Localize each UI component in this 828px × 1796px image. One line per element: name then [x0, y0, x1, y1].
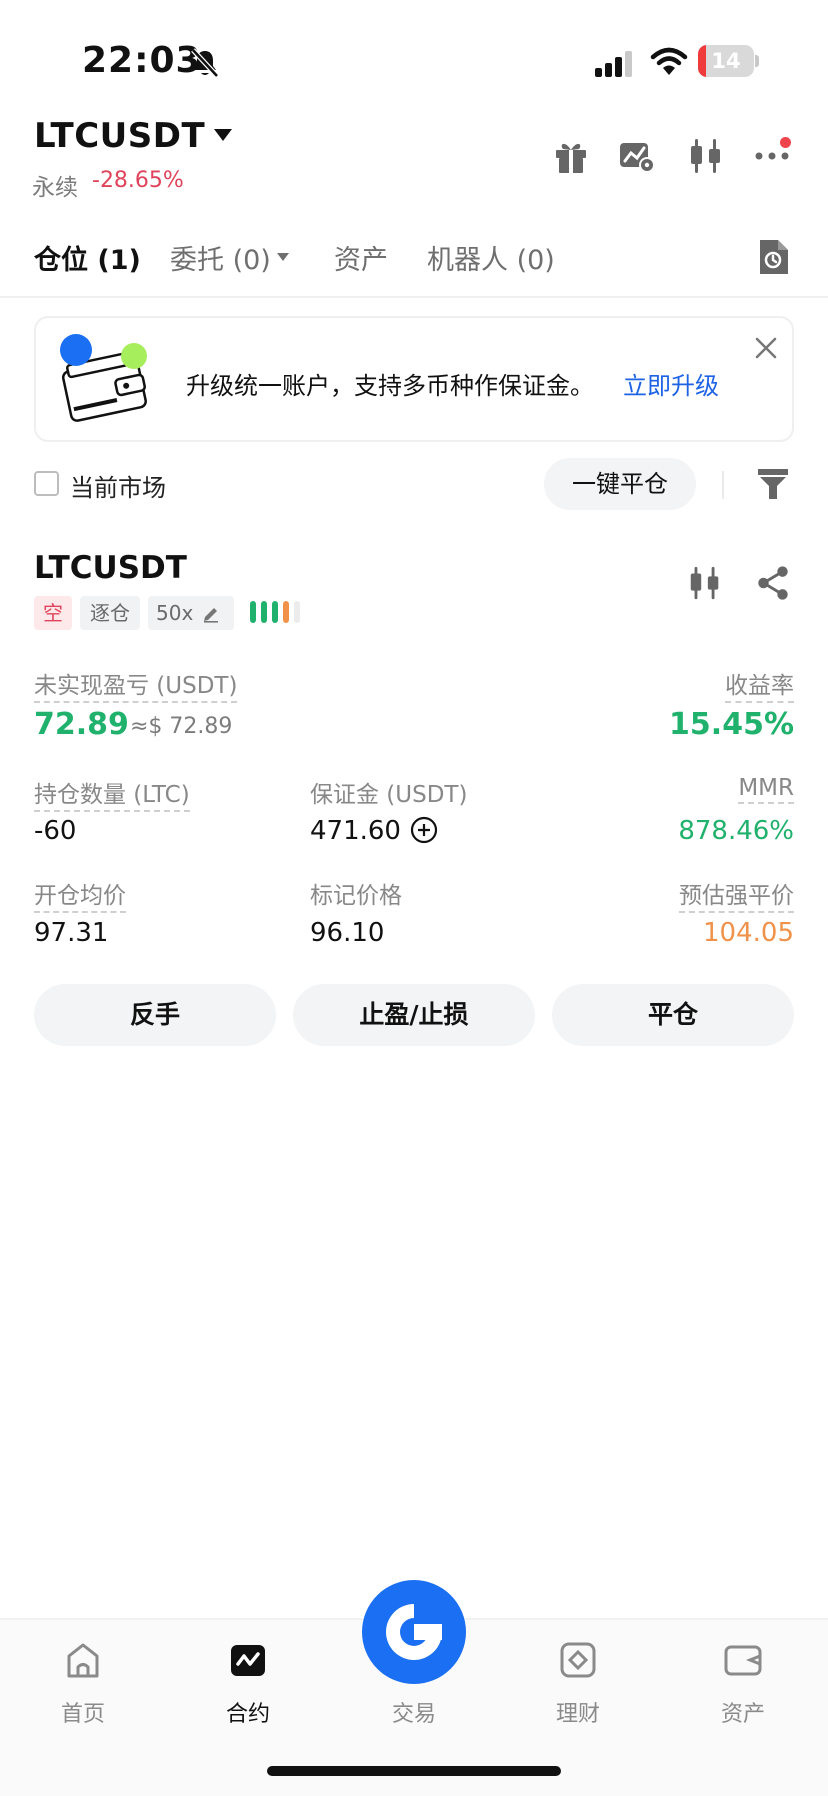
battery-icon: 14	[698, 45, 760, 77]
entry-price-label: 开仓均价	[34, 876, 126, 913]
current-market-label[interactable]: 当前市场	[70, 468, 166, 503]
mmr-label: MMR	[738, 775, 794, 804]
close-all-button[interactable]: 一键平仓	[544, 458, 696, 510]
separator	[722, 471, 724, 499]
filter-icon[interactable]	[756, 466, 790, 502]
side-badge: 空	[34, 596, 72, 630]
add-margin-icon[interactable]	[410, 816, 438, 844]
nav-label[interactable]: 交易	[362, 1696, 466, 1728]
status-bar: 22:03 14	[0, 0, 828, 110]
battery-cap	[755, 55, 759, 67]
mark-price-value: 96.10	[310, 918, 385, 948]
nav-label: 合约	[225, 1702, 270, 1727]
home-icon	[67, 1643, 99, 1678]
nav-label: 首页	[60, 1702, 105, 1727]
tab-bots[interactable]: 机器人 (0)	[427, 238, 555, 277]
battery-body: 14	[698, 45, 754, 77]
liq-price-label: 预估强平价	[679, 876, 794, 913]
tab-assets[interactable]: 资产	[334, 238, 388, 277]
contract-type-label: 永续	[32, 175, 78, 201]
candlestick-icon[interactable]	[686, 136, 726, 176]
gift-icon[interactable]	[551, 136, 591, 176]
caret-down-icon[interactable]	[213, 128, 233, 142]
earn-icon	[560, 1642, 596, 1678]
status-time: 22:03	[82, 40, 202, 81]
cellular-signal-icon	[595, 51, 632, 77]
liq-price-value: 104.05	[703, 918, 794, 948]
adl-bar	[283, 601, 289, 623]
wifi-icon	[650, 47, 688, 75]
nav-futures[interactable]: 合约	[198, 1640, 298, 1728]
unrealized-pnl-label: 未实现盈亏 (USDT)	[34, 666, 238, 703]
position-size-label: 持仓数量 (LTC)	[34, 775, 190, 812]
chart-settings-icon[interactable]	[617, 136, 657, 176]
reverse-button[interactable]: 反手	[34, 984, 276, 1046]
wallet-icon	[724, 1645, 762, 1676]
nav-home[interactable]: 首页	[33, 1640, 133, 1728]
share-icon[interactable]	[754, 564, 792, 602]
banner-text: 升级统一账户，支持多币种作保证金。	[186, 372, 594, 400]
adl-bar	[294, 601, 300, 623]
nav-earn[interactable]: 理财	[528, 1640, 628, 1728]
roe-label: 收益率	[725, 666, 794, 703]
unrealized-pnl-usd: ≈$ 72.89	[130, 714, 233, 739]
nav-assets[interactable]: 资产	[693, 1640, 793, 1728]
wallet-illustration	[60, 334, 147, 422]
leverage-badge[interactable]: 50x	[148, 596, 234, 630]
mark-price-label: 标记价格	[310, 883, 402, 909]
trade-button[interactable]	[362, 1580, 466, 1684]
nav-label: 理财	[555, 1702, 600, 1727]
order-history-icon[interactable]	[756, 238, 790, 276]
margin-label: 保证金 (USDT)	[310, 782, 468, 808]
adl-bar	[261, 601, 267, 623]
battery-level: 14	[711, 49, 741, 73]
position-size-value: -60	[34, 816, 77, 846]
mmr-value: 878.46%	[678, 816, 794, 846]
adl-bar	[272, 601, 278, 623]
notification-dot	[780, 137, 791, 148]
tabs-divider	[0, 296, 828, 298]
close-position-button[interactable]: 平仓	[552, 984, 794, 1046]
futures-icon	[231, 1645, 265, 1676]
current-market-checkbox[interactable]	[34, 471, 59, 496]
unrealized-pnl-value: 72.89	[34, 707, 129, 742]
margin-mode-badge: 逐仓	[80, 596, 140, 630]
tab-orders[interactable]: 委托 (0)	[170, 238, 271, 277]
upgrade-now-link[interactable]: 立即升级	[623, 366, 719, 401]
roe-value: 15.45%	[669, 707, 794, 742]
candlestick-icon[interactable]	[686, 564, 724, 602]
home-indicator	[267, 1766, 561, 1776]
trade-logo-icon	[386, 1604, 442, 1660]
caret-down-icon[interactable]	[276, 252, 290, 262]
price-change-pct: -28.65%	[92, 168, 184, 193]
tp-sl-button[interactable]: 止盈/止损	[293, 984, 535, 1046]
upgrade-banner: 升级统一账户，支持多币种作保证金。 立即升级	[34, 316, 794, 442]
bell-muted-icon	[191, 48, 219, 78]
symbol-title[interactable]: LTCUSDT	[34, 116, 205, 156]
edit-icon[interactable]	[202, 605, 220, 623]
tab-positions[interactable]: 仓位 (1)	[34, 238, 141, 277]
position-symbol[interactable]: LTCUSDT	[34, 550, 187, 586]
margin-value: 471.60	[310, 816, 401, 846]
adl-bar	[250, 601, 256, 623]
close-icon[interactable]	[754, 336, 778, 360]
entry-price-value: 97.31	[34, 918, 109, 948]
nav-label: 资产	[720, 1702, 765, 1727]
